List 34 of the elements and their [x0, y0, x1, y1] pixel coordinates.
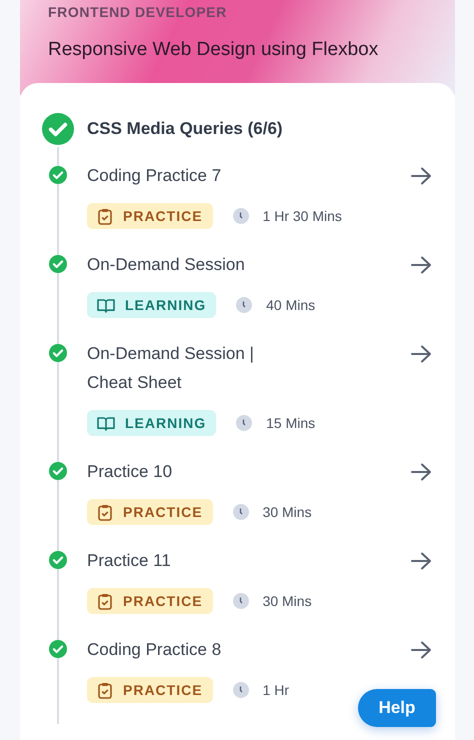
- item-title[interactable]: Coding Practice 7: [87, 161, 222, 190]
- clipboard-icon: [97, 682, 113, 698]
- item-title[interactable]: On-Demand Session | Cheat Sheet: [87, 339, 277, 397]
- type-tag: PRACTICE: [87, 677, 213, 703]
- clock-icon: [236, 415, 252, 431]
- item-title[interactable]: On-Demand Session: [87, 250, 245, 279]
- clock-icon: [232, 504, 249, 520]
- clipboard-icon: [97, 592, 113, 610]
- duration-text: 30 Mins: [262, 593, 312, 609]
- type-tag: PRACTICE: [87, 203, 213, 229]
- clock-icon: [232, 682, 249, 698]
- item-title[interactable]: Practice 11: [87, 546, 171, 575]
- course-title: Responsive Web Design using Flexbox: [48, 38, 380, 62]
- type-tag: PRACTICE: [87, 499, 213, 525]
- type-tag: LEARNING: [87, 292, 216, 318]
- clock-icon: [236, 297, 252, 313]
- track-label: FRONTEND DEVELOPER: [48, 4, 228, 20]
- duration-text: 1 Hr: [262, 682, 290, 698]
- section-title: CSS Media Queries (6/6): [87, 119, 283, 139]
- clipboard-icon: [97, 208, 113, 224]
- type-tag: LEARNING: [87, 410, 216, 436]
- item-title[interactable]: Practice 10: [87, 457, 172, 486]
- type-tag: PRACTICE: [87, 588, 213, 614]
- duration-text: 1 Hr 30 Mins: [262, 208, 342, 224]
- item-title[interactable]: Coding Practice 8: [87, 635, 222, 664]
- duration-text: 30 Mins: [262, 504, 312, 520]
- clipboard-icon: [97, 504, 113, 520]
- clock-icon: [232, 593, 249, 609]
- duration-text: 15 Mins: [266, 415, 316, 431]
- help-button[interactable]: Help: [358, 689, 436, 727]
- book-icon: [97, 298, 115, 312]
- duration-text: 40 Mins: [266, 297, 316, 313]
- book-icon: [97, 416, 115, 430]
- clock-icon: [232, 208, 249, 224]
